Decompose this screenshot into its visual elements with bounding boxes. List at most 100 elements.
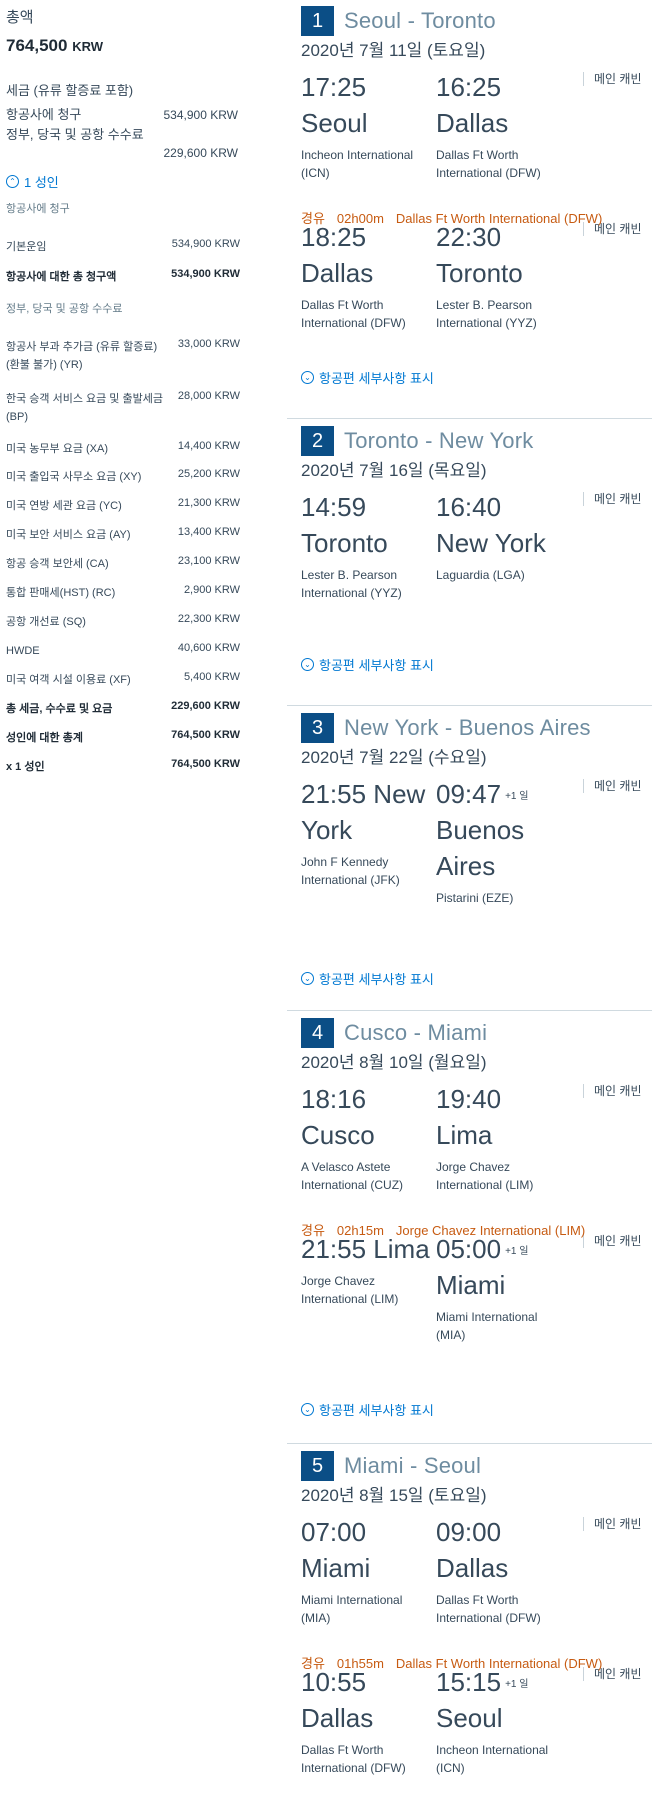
departure-airport: Dallas Ft Worth International (DFW) [301,1743,406,1775]
arrival-city: New York [436,528,546,558]
flight-segment: 14:59 Toronto Lester B. Pearson Internatio… [301,492,642,632]
departure-time-value: 21:55 [301,779,367,809]
arrival-time: 16:25 [436,72,501,103]
arrival-city-part: Aires [436,851,496,881]
slice-number: 2 [301,426,334,456]
fee-amount: 5,400 KRW [183,671,240,683]
fee-label: 미국 여객 시설 이용료 (XF) [6,674,131,686]
departure-city: Toronto [301,528,388,558]
slice-header: 2 Toronto - New York [301,426,533,456]
fee-label: 미국 연방 세관 요금 (YC) [6,500,122,512]
slice-date: 2020년 8월 15일 (토요일) [301,1486,487,1505]
layover-airport: Dallas Ft Worth International (DFW) [395,1656,603,1671]
airline-total-amount: 534,900 KRW [171,268,240,280]
itinerary-slice: 5 Miami - Seoul 2020년 8월 15일 (토요일) 07:00 Mia… [287,1445,652,1810]
slice-route: Toronto - New York [344,428,534,453]
departure-airport: Jorge Chavez International (LIM) [301,1274,399,1306]
slice-divider [287,418,652,419]
total-amount-value: 764,500 [6,36,68,55]
fee-amount: 28,000 KRW [177,390,240,402]
fee-label: 공항 개선료 (SQ) [6,616,86,628]
slice-divider [287,705,652,706]
flight-segment: 10:55 Dallas Dallas Ft Worth International… [301,1667,642,1807]
layover-label: 경유 [301,1656,325,1671]
departure-airport: Lester B. Pearson International (YYZ) [301,568,402,600]
show-flight-details-link[interactable]: ⌄ 항공편 세부사항 표시 [301,655,434,674]
fee-label: 미국 출입국 사무소 요금 (XY) [6,471,142,483]
arrival-city-part: Buenos [436,815,525,845]
slice-divider [287,1443,652,1444]
layover-duration: 02h15m [336,1223,384,1238]
total-currency: KRW [72,39,103,54]
slice-route: Seoul - Toronto [344,8,496,33]
arrival-city: Miami [436,1270,506,1300]
cabin-class: 메인 캐빈 [583,779,642,793]
layover-info: 경유 02h15m Jorge Chavez International (LIM) [301,1220,597,1239]
arrival-time-value: 09:47 [436,779,502,809]
arrival-city: Toronto [436,258,523,288]
fee-amount: 21,300 KRW [177,497,240,509]
next-day-badge: +1 일 [505,1679,529,1690]
departure-city: Dallas [301,1703,374,1733]
slice-date: 2020년 7월 11일 (토요일) [301,41,486,60]
slice-divider [287,1010,652,1011]
arrival-time-value: 16:40 [436,492,502,522]
arrival-time: 09:00 [436,1517,501,1548]
arrival-time-value: 09:00 [436,1517,502,1547]
arrival-airport: Lester B. Pearson International (YYZ) [436,298,537,330]
slice-route: Miami - Seoul [344,1453,482,1478]
departure-time: 14:59 [301,492,367,522]
slice-number: 4 [301,1018,334,1048]
cabin-class: 메인 캐빈 [583,72,642,86]
layover-info: 경유 02h00m Dallas Ft Worth International (D… [301,208,614,227]
flight-segment: 18:25 Dallas Dallas Ft Worth International… [301,222,642,362]
fee-label: 미국 보안 서비스 요금 (AY) [6,529,131,541]
total-label: 총액 [6,9,34,26]
arrival-time: 09:47 +1 일 [436,779,528,810]
tax-title: 세금 (유류 할증료 포함) [6,83,134,98]
fee-label: 한국 승객 서비스 요금 및 출발세금 (BP) [6,393,163,423]
fee-label: HWDE [6,645,40,657]
departure-city: Cusco [301,1120,375,1150]
layover-airport: Jorge Chavez International (LIM) [395,1223,586,1238]
show-flight-details-link[interactable]: ⌄ 항공편 세부사항 표시 [301,1400,434,1419]
layover-info: 경유 01h55m Dallas Ft Worth International (D… [301,1653,614,1672]
total-row-label: x 1 성인 [6,761,45,773]
passenger-toggle-label: 1 성인 [24,175,59,190]
show-flight-details-label: 항공편 세부사항 표시 [319,371,434,386]
chevron-down-icon: ⌄ [301,1403,314,1416]
gov-fees-amount: 229,600 KRW [163,146,239,160]
departure-airport: A Velasco Astete International (CUZ) [301,1160,404,1192]
arrival-time-value: 16:25 [436,72,502,102]
airline-charge-amount: 534,900 KRW [163,108,239,122]
fee-label: 통합 판매세(HST) (RC) [6,587,116,599]
next-day-badge: +1 일 [505,1246,529,1257]
fee-amount: 22,300 KRW [177,613,240,625]
flight-segment: 07:00 Miami Miami International (MIA) 09:00… [301,1517,642,1657]
arrival-airport: Incheon International (ICN) [436,1743,549,1775]
arrival-time: 19:40 [436,1084,501,1115]
total-row-amount: 764,500 KRW [171,758,240,770]
flight-segment: 18:16 Cusco A Velasco Astete International… [301,1084,642,1224]
departure-time: 21:55 New [301,779,425,810]
show-flight-details-link[interactable]: ⌄ 항공편 세부사항 표시 [301,969,434,988]
show-flight-details-link[interactable]: ⌄ 항공편 세부사항 표시 [301,368,434,387]
departure-time: 07:00 [301,1517,367,1547]
flight-segment: 21:55 New York John F Kennedy Internationa… [301,779,642,919]
slice-number: 3 [301,713,334,743]
next-day-badge: +1 일 [505,791,529,802]
cabin-class: 메인 캐빈 [583,492,642,506]
arrival-airport: Dallas Ft Worth International (DFW) [436,1593,541,1625]
arrival-airport: Miami International (MIA) [436,1310,538,1342]
departure-airport: Dallas Ft Worth International (DFW) [301,298,406,330]
flight-segment: 21:55 Lima Jorge Chavez International (LI… [301,1234,642,1374]
chevron-down-icon: ⌄ [301,972,314,985]
itinerary-slice: 4 Cusco - Miami 2020년 8월 10일 (월요일) 18:16 Cus… [287,1012,652,1443]
slice-route: Cusco - Miami [344,1020,488,1045]
passenger-toggle[interactable]: ⌃ 1 성인 [6,172,59,191]
total-row-label: 성인에 대한 총계 [6,732,83,744]
arrival-airport: Jorge Chavez International (LIM) [436,1160,534,1192]
departure-time: 18:16 [301,1084,367,1114]
total-amount: 764,500 KRW [6,36,103,56]
gov-fees-label: 정부, 당국 및 공항 수수료 [6,127,144,142]
